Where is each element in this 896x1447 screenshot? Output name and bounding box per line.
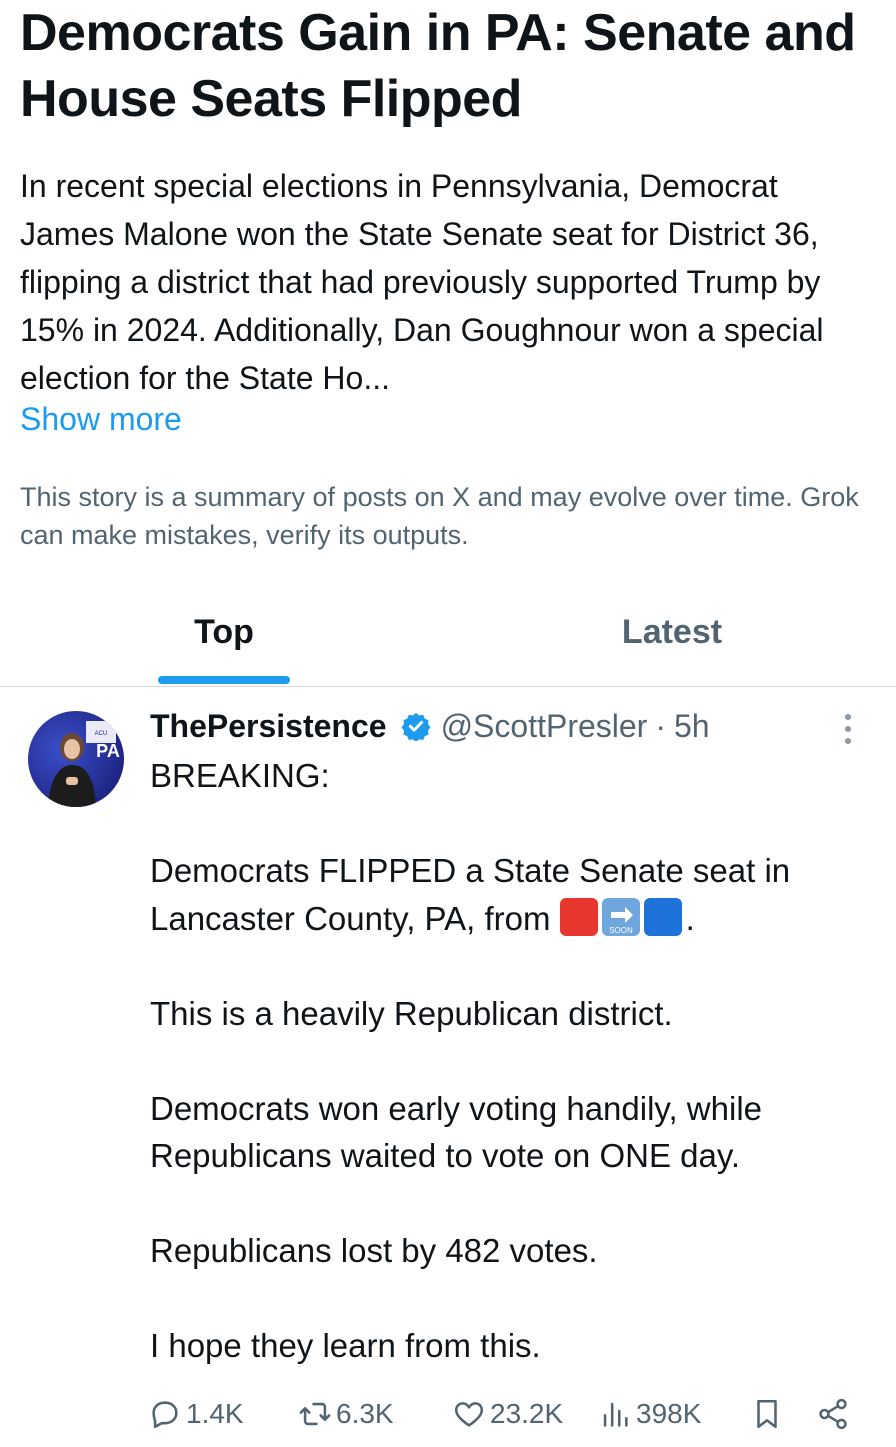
views-button[interactable]: 398K <box>598 1390 701 1438</box>
like-count: 23.2K <box>490 1398 564 1429</box>
post-line-breaking: BREAKING: <box>150 757 330 794</box>
post-time[interactable]: 5h <box>674 708 710 745</box>
share-button[interactable] <box>816 1390 854 1438</box>
tab-latest[interactable]: Latest <box>606 610 738 654</box>
post-header: ThePersistence @ScottPresler · 5h <box>150 703 710 749</box>
svg-text:PA: PA <box>96 741 120 761</box>
grok-disclaimer: This story is a summary of posts on X an… <box>20 482 859 550</box>
avatar[interactable]: ACU PA <box>28 711 124 807</box>
bookmark-button[interactable] <box>750 1390 788 1438</box>
active-tab-indicator <box>158 676 290 684</box>
story-headline: Democrats Gain in PA: Senate and House S… <box>20 4 856 128</box>
author-name[interactable]: ThePersistence <box>150 708 387 745</box>
like-button[interactable]: 23.2K <box>452 1390 563 1438</box>
repost-count: 6.3K <box>336 1398 394 1429</box>
repost-button[interactable]: 6.3K <box>298 1390 394 1438</box>
reply-button[interactable]: 1.4K <box>148 1390 244 1438</box>
post-line-period: . <box>685 899 695 937</box>
post-line-early-voting: Democrats won early voting handily, whil… <box>150 1089 762 1175</box>
soon-arrow-emoji-icon: SOON <box>601 897 640 936</box>
show-more-link[interactable]: Show more <box>20 396 182 442</box>
views-chart-icon <box>603 1402 628 1427</box>
share-icon <box>819 1398 847 1430</box>
post-line-hope: I hope they learn from this. <box>150 1327 541 1364</box>
tab-bar: Top Latest <box>0 590 896 687</box>
tab-top[interactable]: Top <box>158 610 290 654</box>
verified-badge-icon <box>401 712 431 741</box>
views-count: 398K <box>636 1398 702 1429</box>
more-options-icon[interactable] <box>836 712 860 746</box>
author-handle[interactable]: @ScottPresler <box>441 708 648 745</box>
heart-icon <box>454 1402 484 1427</box>
reply-icon <box>152 1401 178 1429</box>
avatar-image: ACU PA <box>28 711 124 807</box>
post-actions: 1.4K 6.3K 23.2K 398K <box>0 1390 896 1438</box>
avatar-text: ACU <box>95 731 108 737</box>
post-line-lost: Republicans lost by 482 votes. <box>150 1232 598 1269</box>
red-square-emoji-icon <box>559 897 598 936</box>
blue-square-emoji-icon <box>643 897 682 936</box>
separator-dot: · <box>655 707 666 744</box>
post-line-flipped: Democrats FLIPPED a State Senate seat in… <box>150 847 870 942</box>
soon-label: SOON <box>609 926 633 935</box>
bookmark-icon <box>757 1399 777 1429</box>
post-body: BREAKING: Democrats FLIPPED a State Sena… <box>150 752 870 1370</box>
reply-count: 1.4K <box>186 1398 244 1429</box>
post-line-district: This is a heavily Republican district. <box>150 994 673 1032</box>
repost-icon <box>299 1402 331 1426</box>
story-summary: In recent special elections in Pennsylva… <box>20 168 824 396</box>
